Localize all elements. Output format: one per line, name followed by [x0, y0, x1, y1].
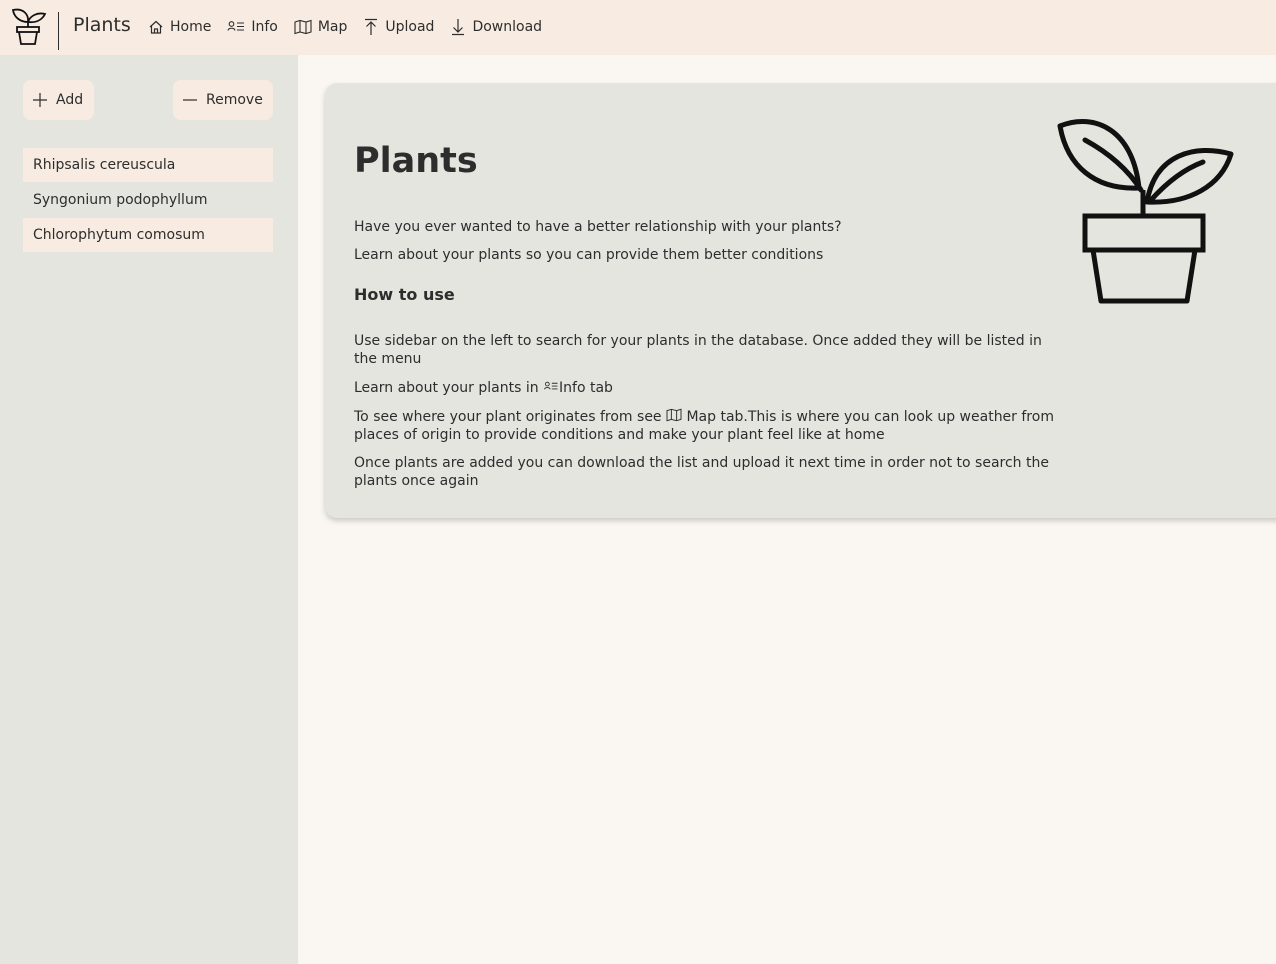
step-map-text-before: To see where your plant originates from …	[354, 409, 662, 425]
list-item[interactable]: Chlorophytum comosum	[23, 218, 273, 252]
remove-button-label: Remove	[206, 92, 263, 108]
logo-divider	[58, 12, 59, 50]
app-title: Plants	[73, 14, 131, 36]
main-nav: Home Info Map Upload Download	[148, 18, 558, 36]
potted-plant-icon	[1057, 119, 1234, 304]
add-plant-button[interactable]: Add	[23, 80, 94, 120]
home-icon	[149, 20, 163, 34]
nav-upload[interactable]: Upload	[363, 18, 434, 36]
plant-list: Rhipsalis cereuscula Syngonium podophyll…	[23, 148, 273, 253]
step-download-text: Once plants are added you can download t…	[354, 455, 1049, 489]
map-icon	[294, 19, 312, 35]
nav-map[interactable]: Map	[294, 19, 348, 35]
map-icon	[666, 408, 682, 422]
nav-home[interactable]: Home	[148, 19, 211, 35]
welcome-card: Plants Have you ever wanted to have a be…	[325, 83, 1276, 518]
step-info-text-after: Info tab	[559, 380, 613, 396]
intro-text-2: Learn about your plants so you can provi…	[354, 247, 824, 263]
nav-home-label: Home	[170, 19, 212, 35]
minus-icon	[183, 99, 197, 101]
contact-info-icon	[227, 21, 245, 31]
step-map-text: To see where your plant originates from …	[354, 408, 1054, 444]
list-item[interactable]: Syngonium podophyllum	[23, 183, 273, 217]
nav-download[interactable]: Download	[450, 18, 542, 36]
list-item[interactable]: Rhipsalis cereuscula	[23, 148, 273, 182]
intro-text-1: Have you ever wanted to have a better re…	[354, 219, 842, 235]
step-info-text-before: Learn about your plants in	[354, 380, 539, 396]
page-title: Plants	[354, 141, 478, 181]
upload-icon	[365, 18, 378, 35]
add-button-label: Add	[56, 92, 84, 108]
sidebar: Add Remove Rhipsalis cereuscula Syngoniu…	[0, 55, 298, 964]
nav-upload-label: Upload	[385, 19, 435, 35]
nav-info-label: Info	[251, 19, 278, 35]
plus-icon	[33, 93, 47, 107]
nav-info[interactable]: Info	[227, 19, 278, 35]
contact-info-icon	[544, 381, 558, 390]
download-icon	[452, 19, 465, 36]
step-sidebar-text: Use sidebar on the left to search for yo…	[354, 333, 1042, 367]
step-info-text: Learn about your plants in Info tab	[354, 379, 1054, 397]
nav-download-label: Download	[472, 19, 543, 35]
how-to-use-heading: How to use	[354, 285, 455, 304]
plant-pot-logo-icon	[11, 8, 47, 45]
top-navbar: Plants Home Info Map Upload Download	[0, 0, 1276, 55]
nav-map-label: Map	[317, 19, 348, 35]
remove-plant-button[interactable]: Remove	[173, 80, 273, 120]
